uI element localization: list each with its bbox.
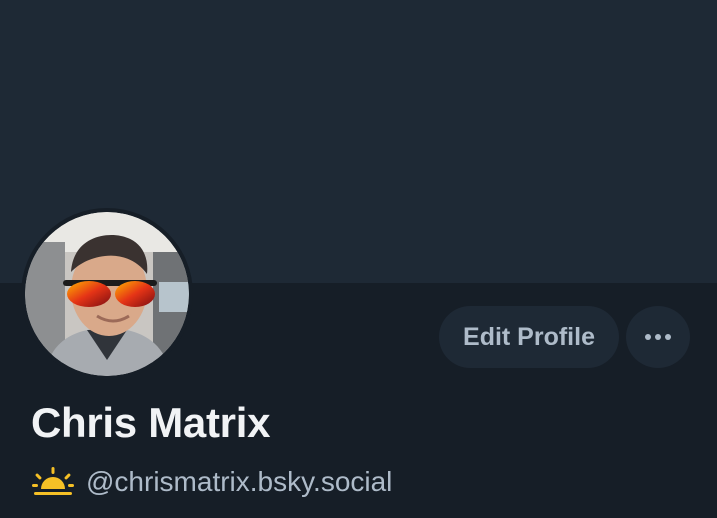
more-options-button[interactable]: [626, 306, 690, 368]
avatar[interactable]: [25, 212, 189, 376]
display-name: Chris Matrix: [31, 399, 271, 446]
more-options-icon: [645, 334, 671, 340]
profile-page: Edit Profile Chris Matrix @chrismatrix.b…: [0, 0, 717, 518]
edit-profile-button[interactable]: Edit Profile: [439, 306, 619, 368]
handle-row: @chrismatrix.bsky.social: [32, 464, 392, 500]
avatar-border: [21, 208, 193, 380]
profile-handle[interactable]: @chrismatrix.bsky.social: [86, 464, 392, 500]
sunrise-icon: [32, 467, 74, 495]
